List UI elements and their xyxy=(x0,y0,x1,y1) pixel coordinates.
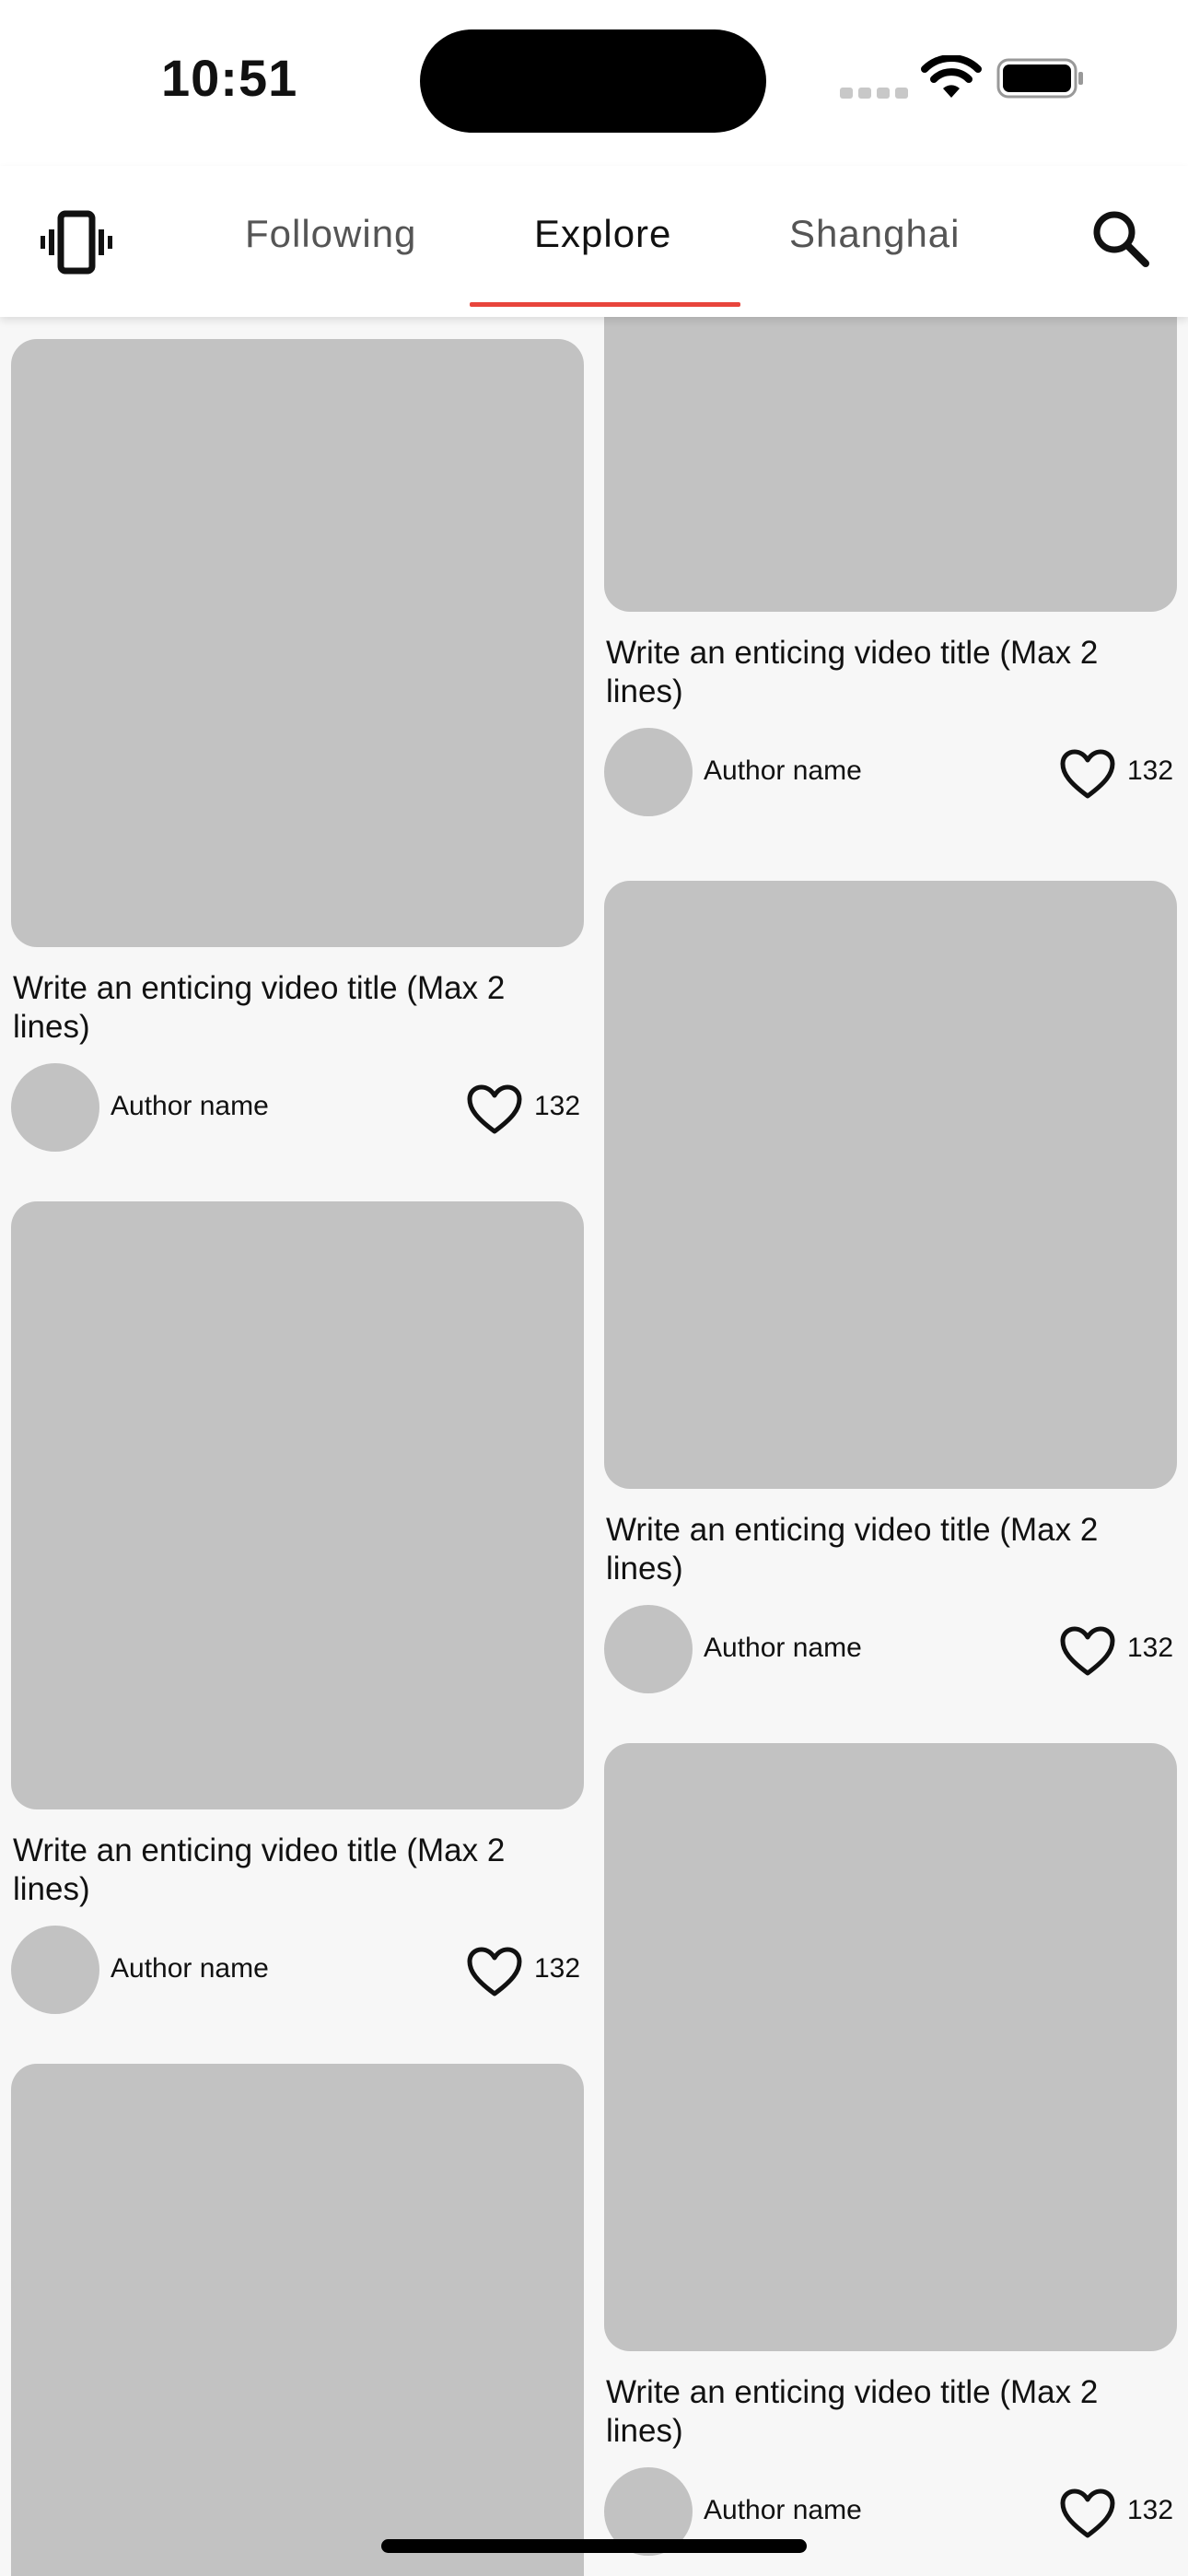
like-count: 132 xyxy=(534,1091,581,1121)
top-navigation: Following Explore Shanghai xyxy=(0,166,1188,317)
video-thumbnail[interactable] xyxy=(604,317,1177,612)
author-name[interactable]: Author name xyxy=(111,1953,269,1985)
like-count: 132 xyxy=(1127,1633,1174,1663)
video-title[interactable]: Write an enticing video title (Max 2 lin… xyxy=(11,1832,575,1909)
status-time: 10:51 xyxy=(161,49,298,107)
author-name[interactable]: Author name xyxy=(704,755,862,787)
heart-icon[interactable] xyxy=(466,1083,523,1135)
video-card[interactable]: Write an enticing video title (Max 2 lin… xyxy=(11,1201,584,2014)
search-icon[interactable] xyxy=(1090,208,1151,269)
vibrate-icon[interactable] xyxy=(41,206,112,278)
author-name[interactable]: Author name xyxy=(111,1091,269,1122)
video-card[interactable]: Write an enticing video title (Max 2 lin… xyxy=(11,339,584,1152)
tab-following[interactable]: Following xyxy=(245,212,416,256)
wifi-icon xyxy=(921,55,982,98)
video-thumbnail[interactable] xyxy=(604,1743,1177,2351)
video-card[interactable]: Write an enticing video title (Max 2 lin… xyxy=(604,317,1177,816)
cellular-signal-icon xyxy=(840,88,908,99)
heart-icon[interactable] xyxy=(1059,748,1116,800)
home-indicator[interactable] xyxy=(381,2539,807,2553)
dynamic-island xyxy=(420,29,766,133)
heart-icon[interactable] xyxy=(466,1946,523,1997)
video-meta: Author name 132 xyxy=(604,728,1177,816)
video-title[interactable]: Write an enticing video title (Max 2 lin… xyxy=(11,969,575,1047)
video-title[interactable]: Write an enticing video title (Max 2 lin… xyxy=(604,1511,1168,1588)
video-feed: Write an enticing video title (Max 2 lin… xyxy=(0,317,1188,2576)
like-count: 132 xyxy=(1127,2495,1174,2525)
avatar[interactable] xyxy=(604,728,693,816)
battery-icon xyxy=(996,58,1083,99)
video-meta: Author name 132 xyxy=(11,1063,584,1152)
tab-shanghai[interactable]: Shanghai xyxy=(789,212,961,256)
avatar[interactable] xyxy=(604,1605,693,1693)
video-thumbnail[interactable] xyxy=(604,881,1177,1489)
avatar[interactable] xyxy=(11,1063,99,1152)
heart-icon[interactable] xyxy=(1059,1625,1116,1677)
video-thumbnail[interactable] xyxy=(11,2064,584,2576)
video-title[interactable]: Write an enticing video title (Max 2 lin… xyxy=(604,634,1168,711)
like-count: 132 xyxy=(534,1953,581,1984)
video-card[interactable]: Write an enticing video title (Max 2 lin… xyxy=(604,1743,1177,2556)
author-name[interactable]: Author name xyxy=(704,2495,862,2526)
video-meta: Author name 132 xyxy=(604,1605,1177,1693)
video-thumbnail[interactable] xyxy=(11,339,584,947)
tab-explore[interactable]: Explore xyxy=(534,212,671,256)
avatar[interactable] xyxy=(11,1926,99,2014)
heart-icon[interactable] xyxy=(1059,2488,1116,2539)
video-thumbnail[interactable] xyxy=(11,1201,584,1809)
author-name[interactable]: Author name xyxy=(704,1633,862,1664)
active-tab-indicator xyxy=(470,302,740,307)
status-bar: 10:51 xyxy=(0,0,1188,166)
video-title[interactable]: Write an enticing video title (Max 2 lin… xyxy=(604,2373,1168,2451)
video-card[interactable] xyxy=(11,2064,584,2576)
video-card[interactable]: Write an enticing video title (Max 2 lin… xyxy=(604,881,1177,1693)
video-meta: Author name 132 xyxy=(11,1926,584,2014)
like-count: 132 xyxy=(1127,755,1174,786)
